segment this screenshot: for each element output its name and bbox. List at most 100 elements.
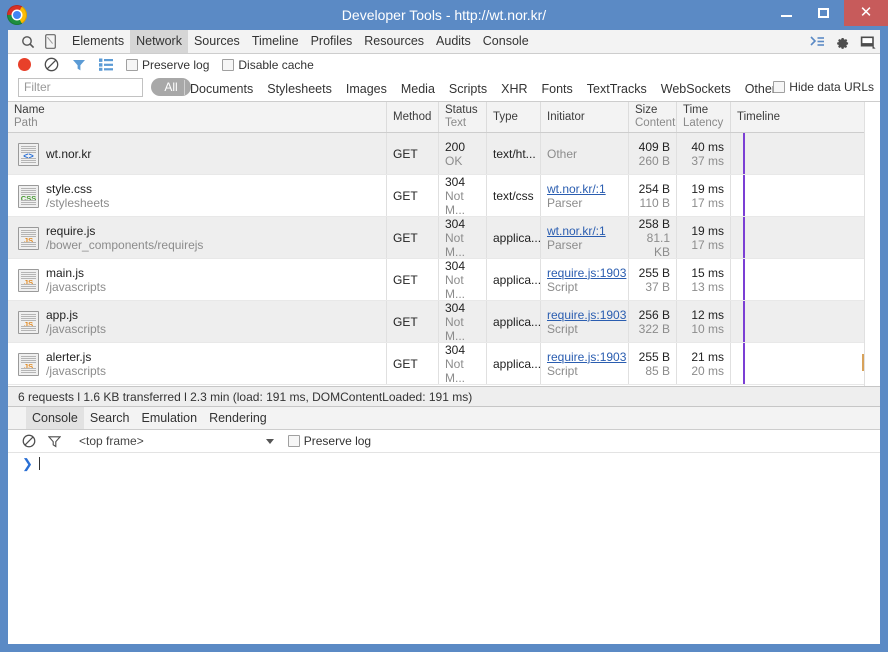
- text-caret: [38, 456, 40, 470]
- size-transferred: 254 B: [638, 181, 670, 196]
- maximize-button[interactable]: [804, 0, 844, 26]
- initiator-link[interactable]: wt.nor.kr/:1: [547, 182, 628, 196]
- status-code: 304: [445, 217, 466, 231]
- preserve-log-checkbox[interactable]: Preserve log: [126, 58, 209, 72]
- filter-type-all[interactable]: All: [151, 78, 191, 96]
- initiator-link[interactable]: require.js:1903: [547, 350, 628, 364]
- initiator-link[interactable]: require.js:1903: [547, 308, 628, 322]
- tab-timeline[interactable]: Timeline: [246, 30, 305, 53]
- table-row[interactable]: JS app.js /javascripts GET 304 Not M... …: [8, 301, 880, 343]
- minimize-button[interactable]: [766, 0, 806, 26]
- request-name: alerter.js: [46, 349, 92, 364]
- settings-gear-icon[interactable]: [835, 34, 850, 49]
- console-prompt-row[interactable]: ❯: [8, 453, 880, 473]
- initiator-link[interactable]: wt.nor.kr/:1: [547, 224, 628, 238]
- table-row[interactable]: <> wt.nor.kr GET 200 OK text/ht... Other: [8, 133, 880, 175]
- time-total: 40 ms: [691, 139, 724, 154]
- column-header-timeline[interactable]: Timeline: [730, 102, 880, 132]
- filter-input[interactable]: Filter: [18, 78, 143, 97]
- clear-icon[interactable]: [44, 57, 59, 72]
- chevron-down-icon[interactable]: [265, 438, 274, 444]
- status-text: Not M...: [445, 272, 465, 301]
- table-row[interactable]: JS require.js /bower_components/requirej…: [8, 217, 880, 259]
- column-header-name[interactable]: Name Path: [8, 102, 386, 132]
- tab-audits[interactable]: Audits: [430, 30, 477, 53]
- cell-type: applica...: [486, 217, 540, 258]
- filter-type-scripts[interactable]: Scripts: [449, 82, 487, 96]
- search-icon[interactable]: [21, 35, 35, 49]
- size-content: 322 B: [638, 321, 670, 336]
- document-html-icon: <>: [18, 142, 39, 166]
- document-js-icon: JS: [18, 268, 39, 292]
- disable-cache-box[interactable]: [222, 58, 235, 71]
- hide-data-urls-checkbox[interactable]: Hide data URLs: [773, 80, 874, 94]
- column-header-size[interactable]: Size Content: [628, 102, 676, 132]
- table-row[interactable]: JS main.js /javascripts GET 304 Not M...…: [8, 259, 880, 301]
- cell-initiator: wt.nor.kr/:1 Parser: [540, 217, 628, 258]
- cell-initiator: require.js:1903 Script: [540, 343, 628, 384]
- network-toolbar-icons: Preserve log Disable cache: [18, 57, 314, 72]
- tab-network[interactable]: Network: [130, 30, 188, 53]
- filter-funnel-icon[interactable]: [72, 58, 86, 72]
- hide-data-urls-box[interactable]: [773, 81, 786, 93]
- status-code: 304: [445, 175, 466, 189]
- large-rows-icon[interactable]: [99, 58, 113, 71]
- hide-data-urls-label: Hide data URLs: [789, 80, 874, 94]
- column-header-method[interactable]: Method: [386, 102, 438, 132]
- drawer-tab-console[interactable]: Console: [26, 407, 84, 429]
- preserve-log-box[interactable]: [126, 58, 138, 71]
- tab-console[interactable]: Console: [477, 30, 535, 53]
- initiator-link[interactable]: require.js:1903: [547, 266, 628, 280]
- cell-status: 304 Not M...: [438, 175, 486, 216]
- request-path: /javascripts: [46, 279, 107, 294]
- column-header-time[interactable]: Time Latency: [676, 102, 730, 132]
- tab-elements[interactable]: Elements: [66, 30, 130, 53]
- filter-separator: [184, 80, 185, 95]
- filter-type-images[interactable]: Images: [346, 82, 387, 96]
- cell-initiator: require.js:1903 Script: [540, 301, 628, 342]
- tab-profiles[interactable]: Profiles: [305, 30, 359, 53]
- cell-type: applica...: [486, 343, 540, 384]
- initiator-sub: Script: [547, 279, 578, 294]
- cell-status: 200 OK: [438, 133, 486, 174]
- filter-type-documents[interactable]: Documents: [190, 82, 253, 96]
- frame-selector[interactable]: <top frame>: [79, 434, 144, 448]
- filter-type-websockets[interactable]: WebSockets: [661, 82, 731, 96]
- dock-position-icon[interactable]: [860, 35, 876, 49]
- drawer-tab-emulation[interactable]: Emulation: [135, 407, 203, 429]
- console-preserve-log-box[interactable]: [287, 435, 300, 447]
- column-header-type[interactable]: Type: [486, 102, 540, 132]
- timeline-marker: [743, 217, 745, 258]
- network-scrollbar[interactable]: [864, 102, 880, 386]
- filter-type-texttracks[interactable]: TextTracks: [587, 82, 647, 96]
- tab-sources[interactable]: Sources: [188, 30, 246, 53]
- cell-name: JS main.js /javascripts: [8, 259, 386, 300]
- title-bar: Developer Tools - http://wt.nor.kr/ ✕: [0, 0, 888, 30]
- tab-resources[interactable]: Resources: [358, 30, 430, 53]
- size-content: 260 B: [638, 153, 670, 168]
- filter-funnel-icon[interactable]: [48, 435, 61, 448]
- table-row[interactable]: JS alerter.js /javascripts GET 304 Not M…: [8, 343, 880, 385]
- clear-console-icon[interactable]: [22, 434, 36, 448]
- drawer-tab-rendering[interactable]: Rendering: [203, 407, 273, 429]
- drawer-tab-search[interactable]: Search: [84, 407, 136, 429]
- cell-method: GET: [386, 133, 438, 174]
- filter-type-stylesheets[interactable]: Stylesheets: [267, 82, 332, 96]
- console-output-area[interactable]: ❯: [8, 453, 880, 613]
- column-header-status[interactable]: Status Text: [438, 102, 486, 132]
- filter-type-xhr[interactable]: XHR: [501, 82, 527, 96]
- console-drawer-icon[interactable]: [810, 35, 825, 48]
- device-toggle-icon[interactable]: [45, 34, 56, 49]
- filter-type-media[interactable]: Media: [401, 82, 435, 96]
- document-js-icon: JS: [18, 352, 39, 376]
- filter-type-fonts[interactable]: Fonts: [542, 82, 573, 96]
- close-button[interactable]: ✕: [844, 0, 888, 26]
- table-row[interactable]: CSS style.css /stylesheets GET 304 Not M…: [8, 175, 880, 217]
- disable-cache-checkbox[interactable]: Disable cache: [222, 58, 314, 72]
- column-header-initiator[interactable]: Initiator: [540, 102, 628, 132]
- console-preserve-log-checkbox[interactable]: Preserve log: [287, 434, 371, 448]
- filter-type-other[interactable]: Other: [745, 82, 776, 96]
- record-button[interactable]: [18, 58, 31, 71]
- request-name: wt.nor.kr: [46, 146, 92, 161]
- cell-name: JS require.js /bower_components/requirej…: [8, 217, 386, 258]
